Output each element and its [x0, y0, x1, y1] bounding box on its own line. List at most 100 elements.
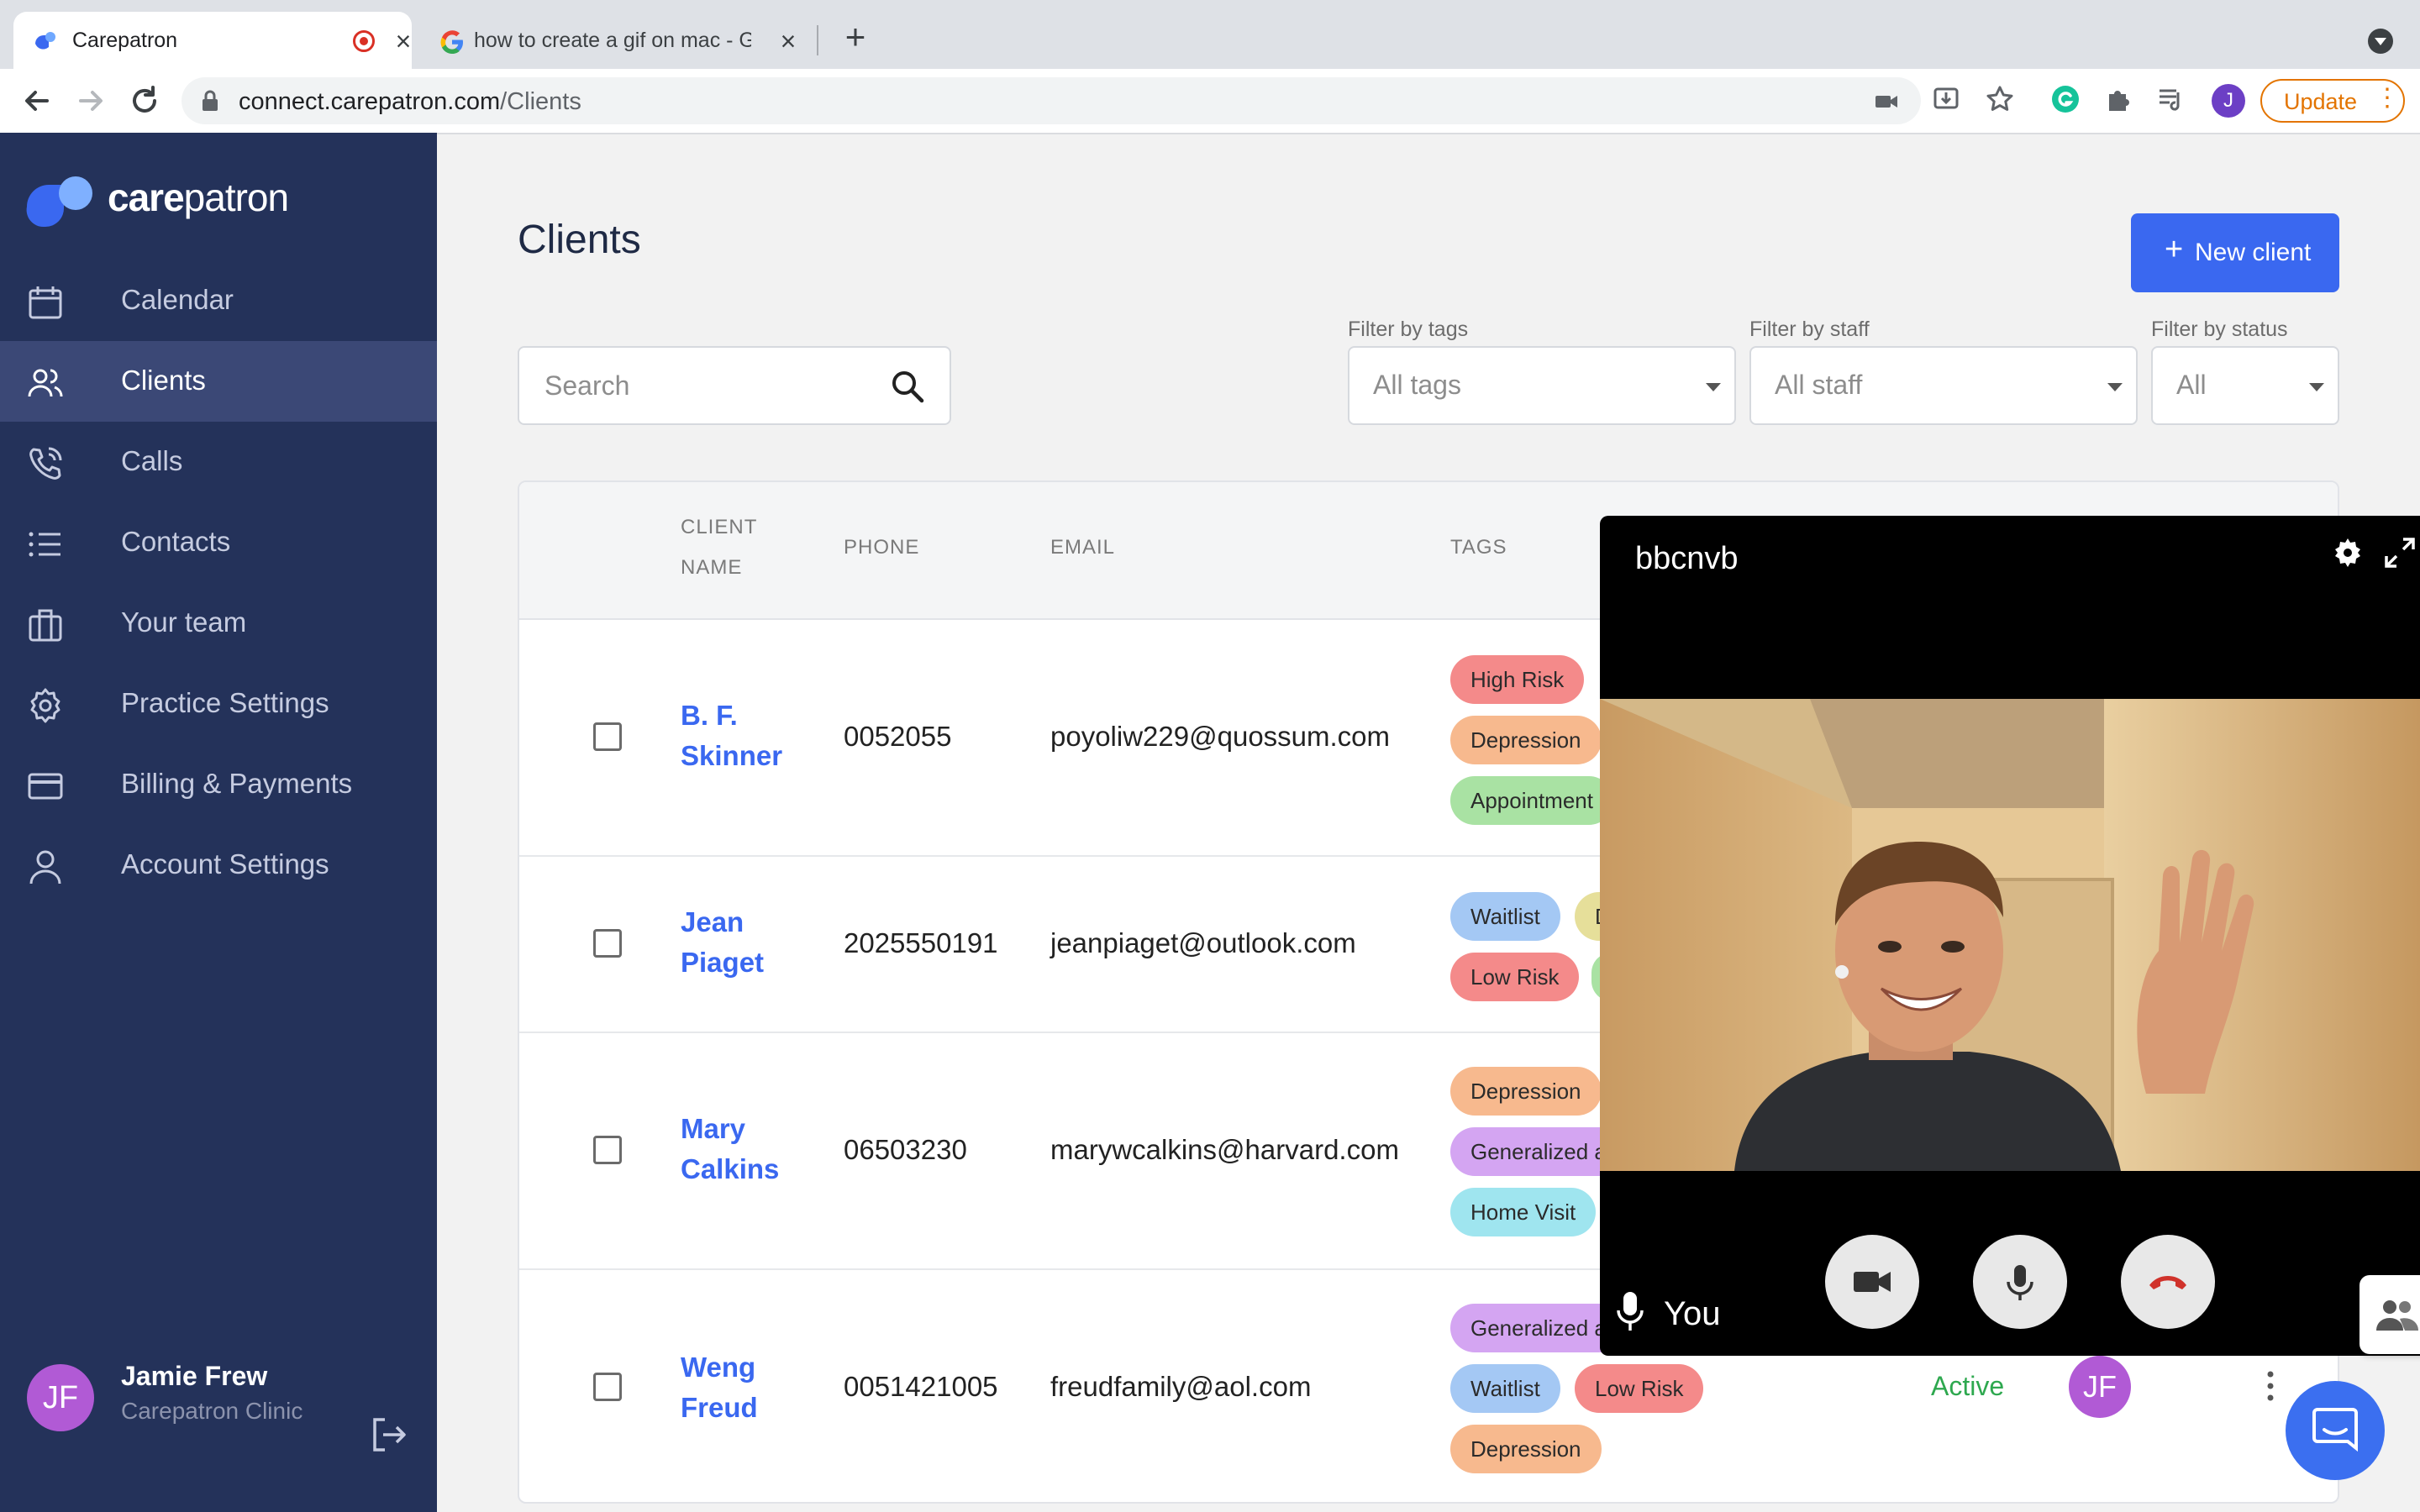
user-name: Jamie Frew [121, 1361, 268, 1391]
column-header-client-name[interactable]: CLIENT NAME [681, 507, 781, 588]
brand-name: carepatron [108, 175, 289, 220]
tab-title: how to create a gif on mac - Go [474, 29, 751, 52]
row-checkbox[interactable] [593, 929, 622, 958]
sidebar-item-label: Calls [121, 445, 183, 476]
brand-bold: care [108, 176, 185, 219]
page-title: Clients [518, 218, 641, 262]
column-header-phone[interactable]: PHONE [844, 528, 919, 568]
filter-status-select[interactable]: All [2151, 346, 2339, 425]
chevron-down-icon [2107, 383, 2123, 391]
row-checkbox[interactable] [593, 1136, 622, 1164]
sidebar-item-label: Your team [121, 606, 247, 638]
filter-staff-select[interactable]: All staff [1749, 346, 2138, 425]
row-checkbox[interactable] [593, 1373, 622, 1401]
client-name-link[interactable]: B. F. Skinner [681, 696, 807, 776]
column-header-email[interactable]: EMAIL [1050, 528, 1115, 568]
sidebar-item-contacts[interactable]: Contacts [0, 502, 437, 583]
logout-icon[interactable] [368, 1415, 408, 1455]
profile-avatar[interactable]: J [2212, 84, 2245, 118]
search-input[interactable] [543, 368, 882, 403]
search-box [518, 346, 951, 425]
staff-avatar[interactable]: JF [2069, 1356, 2131, 1418]
column-header-tags[interactable]: TAGS [1450, 528, 1507, 568]
close-tab-icon[interactable]: × [773, 27, 803, 57]
tab-carepatron[interactable]: Carepatron × [13, 12, 412, 69]
expand-icon[interactable] [2383, 536, 2417, 570]
tag-chip: Depression [1450, 1425, 1602, 1473]
carepatron-logo-icon [26, 176, 92, 227]
sidebar-item-label: Clients [121, 365, 206, 396]
client-name-link[interactable]: Weng Freud [681, 1347, 807, 1428]
calendar-icon [29, 286, 62, 319]
filter-staff-value: All staff [1775, 370, 1863, 400]
bookmark-star-icon[interactable] [1985, 84, 2015, 114]
address-bar[interactable]: connect.carepatron.com/Clients [182, 77, 1921, 124]
new-client-button[interactable]: + New client [2131, 213, 2339, 292]
tag-chip: Home Visit [1450, 1188, 1597, 1236]
new-tab-button[interactable]: + [837, 19, 874, 57]
sidebar-item-label: Account Settings [121, 848, 329, 879]
sidebar-item-calls[interactable]: Calls [0, 422, 437, 502]
tab-separator [817, 25, 818, 55]
call-title: bbcnvb [1635, 541, 1739, 576]
reload-icon[interactable] [124, 81, 165, 121]
phone-icon [29, 447, 62, 480]
settings-gear-icon[interactable] [2331, 536, 2365, 570]
client-name-link[interactable]: Jean Piaget [681, 902, 807, 983]
sidebar-item-label: Practice Settings [121, 687, 329, 718]
tab-google-search[interactable]: how to create a gif on mac - Go × [420, 12, 823, 69]
credit-card-icon [28, 773, 63, 800]
gear-icon [30, 688, 60, 723]
client-email: jeanpiaget@outlook.com [1050, 927, 1356, 958]
row-more-icon[interactable] [2262, 1369, 2279, 1403]
client-phone: 0051421005 [844, 1371, 998, 1402]
carepatron-favicon-icon [35, 32, 55, 50]
url-host: connect.carepatron.com [239, 88, 501, 115]
chevron-down-icon [1706, 383, 1721, 391]
sidebar-item-calendar[interactable]: Calendar [0, 260, 437, 341]
reading-list-icon[interactable] [2156, 84, 2186, 114]
user-avatar[interactable]: JF [27, 1364, 94, 1431]
filter-tags-select[interactable]: All tags [1348, 346, 1736, 425]
filter-staff-label: Filter by staff [1749, 318, 1870, 341]
sidebar-item-clients[interactable]: Clients [0, 341, 437, 422]
end-call-button[interactable] [2121, 1235, 2215, 1329]
browser-tab-bar: Carepatron × how to create a gif on mac … [0, 0, 2420, 69]
sidebar-item-practice-settings[interactable]: Practice Settings [0, 664, 437, 744]
tag-chip: Low Risk [1450, 953, 1580, 1001]
hang-up-icon [2149, 1276, 2186, 1289]
row-checkbox[interactable] [593, 722, 622, 751]
install-app-icon[interactable] [1931, 84, 1961, 114]
grammarly-icon[interactable] [2050, 84, 2081, 114]
client-name-link[interactable]: Mary Calkins [681, 1109, 807, 1189]
briefcase-icon [29, 609, 62, 642]
sidebar-item-label: Calendar [121, 284, 234, 315]
participants-button[interactable] [2360, 1275, 2420, 1354]
filter-tags-label: Filter by tags [1348, 318, 1469, 341]
url-path: /Clients [500, 88, 581, 115]
video-camera-icon[interactable] [1874, 89, 1899, 114]
filter-status-label: Filter by status [2151, 318, 2288, 341]
tag-chip: Waitlist [1450, 892, 1560, 941]
forward-icon[interactable] [71, 81, 111, 121]
chevron-down-icon [2309, 383, 2324, 391]
sidebar-item-billing[interactable]: Billing & Payments [0, 744, 437, 825]
extensions-puzzle-icon[interactable] [2104, 84, 2134, 114]
toggle-microphone-button[interactable] [1973, 1235, 2067, 1329]
update-button[interactable]: Update ⋮ [2260, 79, 2405, 123]
sidebar-item-account-settings[interactable]: Account Settings [0, 825, 437, 906]
tab-search-icon[interactable] [2368, 29, 2393, 54]
chat-launcher-button[interactable] [2286, 1381, 2385, 1480]
back-icon[interactable] [17, 81, 57, 121]
new-client-label: New client [2195, 239, 2312, 266]
search-icon[interactable] [887, 366, 928, 407]
tag-chip: Depression [1450, 1067, 1602, 1116]
user-clinic: Carepatron Clinic [121, 1398, 303, 1424]
url-text: connect.carepatron.com/Clients [239, 88, 581, 116]
more-icon: ⋮ [2375, 84, 2400, 112]
sidebar-item-your-team[interactable]: Your team [0, 583, 437, 664]
video-call-window[interactable]: bbcnvb You [1600, 516, 2420, 1356]
close-tab-icon[interactable]: × [388, 27, 418, 57]
people-icon [2376, 1300, 2418, 1331]
toggle-camera-button[interactable] [1825, 1235, 1919, 1329]
